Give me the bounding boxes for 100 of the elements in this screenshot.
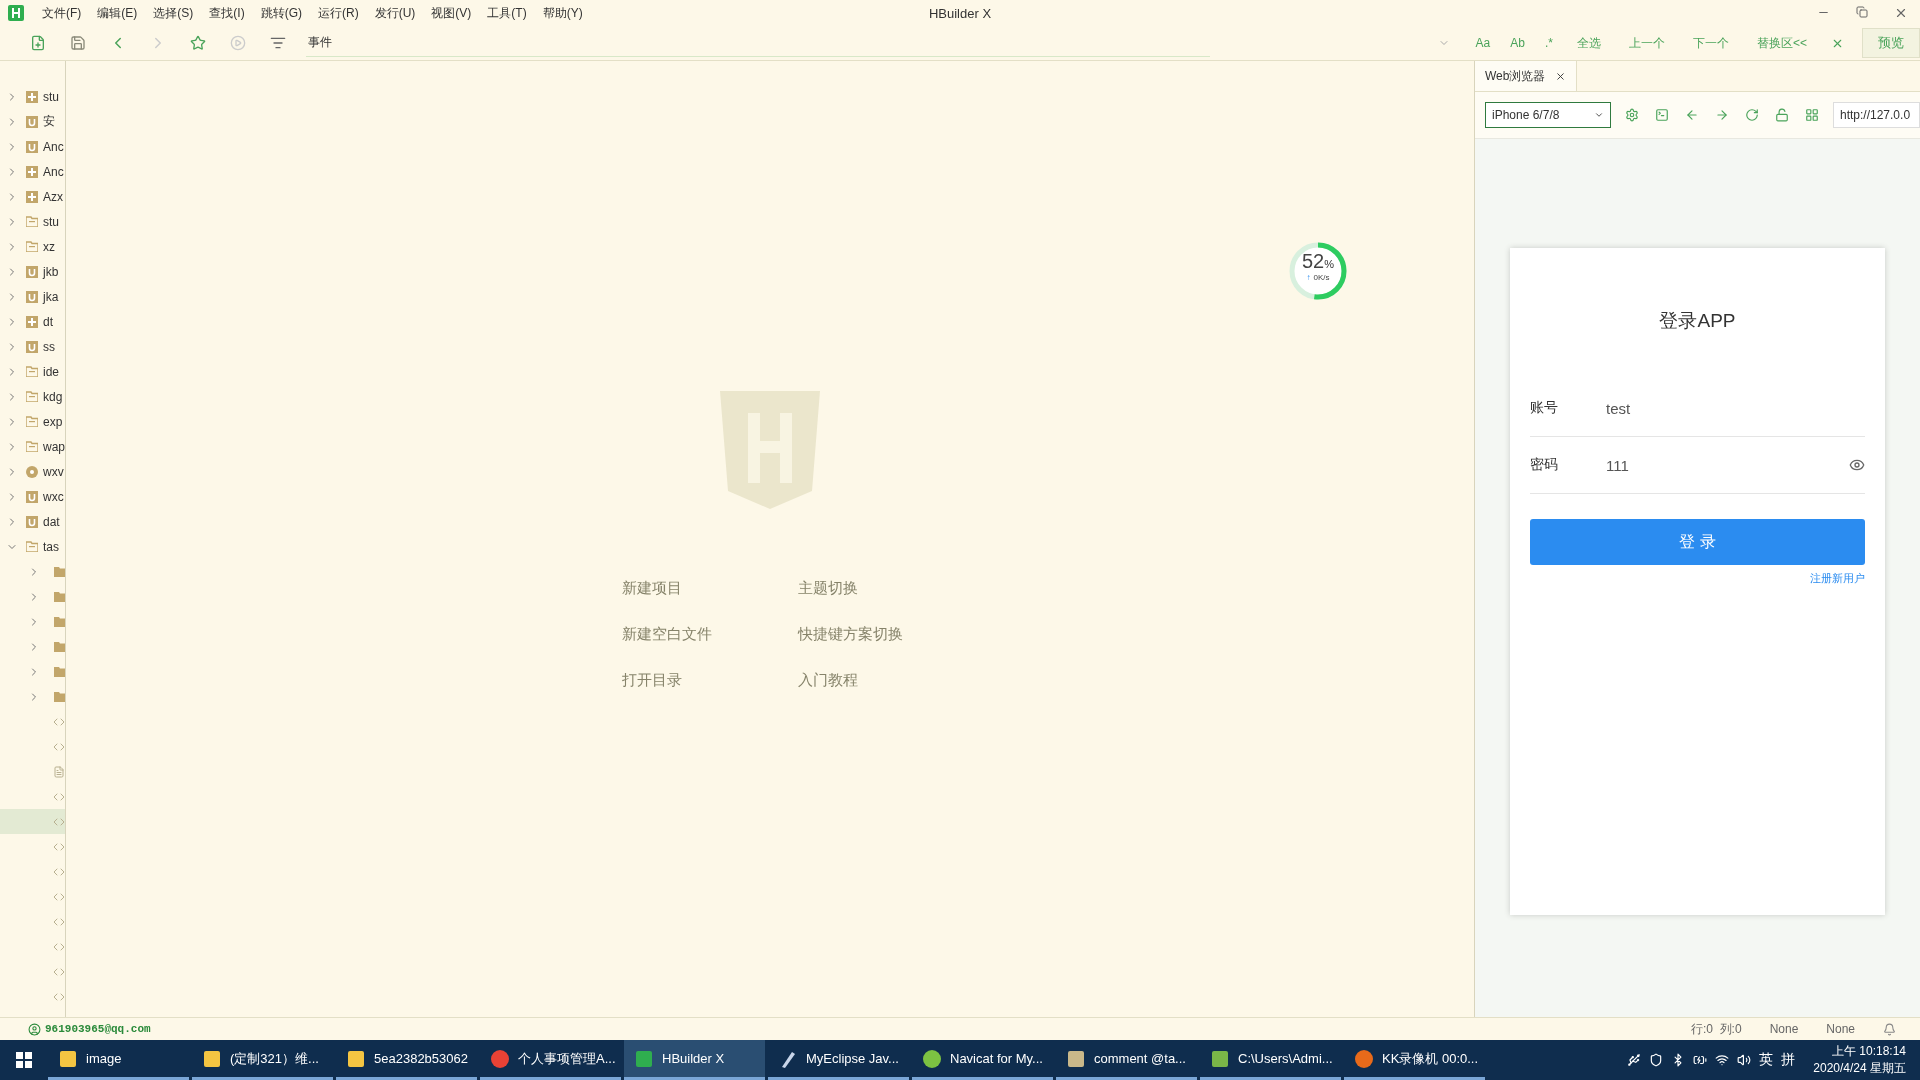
back-icon[interactable] (1685, 108, 1699, 122)
welcome-link[interactable]: 主题切换 (798, 575, 918, 601)
page-title: 登录APP (1659, 309, 1736, 333)
restore-icon[interactable] (1856, 6, 1868, 18)
taskbar-item[interactable]: MyEclipse Jav... (768, 1040, 909, 1080)
tree-label: kdg (43, 389, 63, 404)
welcome-link[interactable]: 新建空白文件 (622, 621, 798, 647)
register-link[interactable]: 注册新用户 (1810, 571, 1865, 586)
uni-project-icon (26, 115, 38, 128)
field-label: 账号 (1530, 399, 1559, 417)
menu-item[interactable]: 文件(F) (34, 4, 90, 22)
tree-item[interactable]: ide (0, 359, 65, 384)
run-icon[interactable] (230, 35, 246, 51)
welcome-link[interactable]: 快捷键方案切换 (798, 621, 918, 647)
taskbar-item[interactable]: 5ea2382b53062 (336, 1040, 477, 1080)
taskbar-item[interactable]: Navicat for My... (912, 1040, 1053, 1080)
text-input[interactable]: test (1604, 398, 1865, 418)
tree-label: jka (43, 289, 59, 304)
ime-indicator[interactable]: 英 (1759, 1051, 1774, 1069)
tree-item[interactable]: Anc (0, 159, 65, 184)
welcome-link[interactable]: 新建项目 (622, 575, 798, 601)
device-select[interactable]: iPhone 6/7/8 (1485, 102, 1611, 128)
upload-rate: 0K/s (1313, 273, 1330, 282)
tree-item[interactable]: wxc (0, 484, 65, 509)
star-icon[interactable] (190, 35, 206, 51)
tree-item[interactable]: Azx (0, 184, 65, 209)
shield-icon[interactable] (1649, 1053, 1664, 1067)
tree-item[interactable]: xz (0, 234, 65, 259)
menu-item[interactable]: 工具(T) (479, 4, 535, 22)
lock-icon[interactable] (1775, 108, 1789, 122)
uni-project-icon (26, 140, 38, 153)
refresh-icon[interactable] (1745, 108, 1759, 122)
menu-item[interactable]: 运行(R) (310, 4, 367, 22)
form-field[interactable]: 密码 111 (1530, 437, 1865, 494)
eye-icon[interactable] (1849, 457, 1865, 473)
taskbar-item[interactable]: 个人事项管理A... (480, 1040, 621, 1080)
settings-icon[interactable] (1625, 108, 1639, 122)
volume-icon[interactable] (1737, 1053, 1752, 1067)
menu-item[interactable]: 编辑(E) (89, 4, 146, 22)
folder-icon (54, 566, 65, 577)
taskbar-item[interactable]: C:\Users\Admi... (1200, 1040, 1341, 1080)
tree-item[interactable]: 安 (0, 109, 65, 134)
menu-item[interactable]: 发行(U) (366, 4, 424, 22)
tree-label: ide (43, 364, 59, 379)
uni-project-icon (26, 490, 38, 503)
tree-item[interactable]: jkb (0, 259, 65, 284)
new-file-icon[interactable] (30, 35, 46, 51)
url-field[interactable]: http://127.0.0 (1833, 102, 1920, 128)
tree-item[interactable]: wap (0, 434, 65, 459)
close-icon[interactable] (1894, 6, 1908, 20)
save-icon[interactable] (70, 35, 86, 51)
welcome-link[interactable]: 打开目录 (622, 667, 798, 693)
menu-item[interactable]: 视图(V) (423, 4, 480, 22)
menu-item[interactable]: 帮助(Y) (534, 4, 591, 22)
taskbar-item[interactable]: image (48, 1040, 189, 1080)
tree-item[interactable]: stu (0, 209, 65, 234)
menu-item[interactable]: 查找(I) (201, 4, 253, 22)
tree-item[interactable]: Anc (0, 134, 65, 159)
tree-item[interactable]: jka (0, 284, 65, 309)
document-icon (1066, 1048, 1086, 1069)
search-icon[interactable] (270, 35, 286, 51)
taskbar-item[interactable]: KK录像机 00:0... (1344, 1040, 1485, 1080)
user-account: 961903965@qq.com (28, 1022, 151, 1036)
tree-item[interactable]: wxv (0, 459, 65, 484)
wifi-icon[interactable] (1715, 1053, 1730, 1067)
tree-label: stu (43, 89, 59, 104)
forward-icon[interactable] (1715, 108, 1729, 122)
tree-item[interactable]: exp (0, 409, 65, 434)
tree-item[interactable]: tas (0, 534, 65, 559)
console-icon[interactable] (1655, 108, 1669, 122)
battery-icon[interactable] (1693, 1053, 1708, 1067)
close-icon[interactable] (1555, 70, 1567, 82)
uni-project-icon (26, 515, 38, 528)
tree-item[interactable]: kdg (0, 384, 65, 409)
status-item: None (1769, 1022, 1799, 1036)
usb-icon[interactable] (1627, 1053, 1642, 1067)
tree-label: wap (43, 439, 65, 454)
search-field[interactable]: 事件 (306, 29, 1210, 57)
tree-item[interactable]: stu (0, 84, 65, 109)
grid-icon[interactable] (1805, 108, 1819, 122)
taskbar-item[interactable]: comment @ta... (1056, 1040, 1197, 1080)
bell-icon[interactable] (1883, 1022, 1896, 1036)
tree-item[interactable]: dt (0, 309, 65, 334)
taskbar-item[interactable]: (定制321）维... (192, 1040, 333, 1080)
ime-indicator[interactable]: 拼 (1781, 1051, 1796, 1069)
form-field[interactable]: 账号 test (1530, 380, 1865, 437)
app-icon (634, 1048, 654, 1069)
tree-item[interactable]: ss (0, 334, 65, 359)
menu-item[interactable]: 选择(S) (145, 4, 202, 22)
menu-item[interactable]: 跳转(G) (252, 4, 310, 22)
plus-project-icon (26, 90, 38, 103)
welcome-link[interactable]: 入门教程 (798, 667, 918, 693)
browser-tab[interactable]: Web浏览器 (1475, 61, 1578, 91)
text-input[interactable]: 111 (1604, 455, 1849, 475)
plus-project-icon (26, 315, 38, 328)
uni-project-icon (26, 340, 38, 353)
start-icon[interactable] (16, 1052, 32, 1068)
clock[interactable]: 上午 10:18:14 2020/4/24 星期五 (1813, 1043, 1906, 1077)
tree-item[interactable]: dat (0, 509, 65, 534)
taskbar-item[interactable]: HBuilder X (624, 1040, 765, 1080)
